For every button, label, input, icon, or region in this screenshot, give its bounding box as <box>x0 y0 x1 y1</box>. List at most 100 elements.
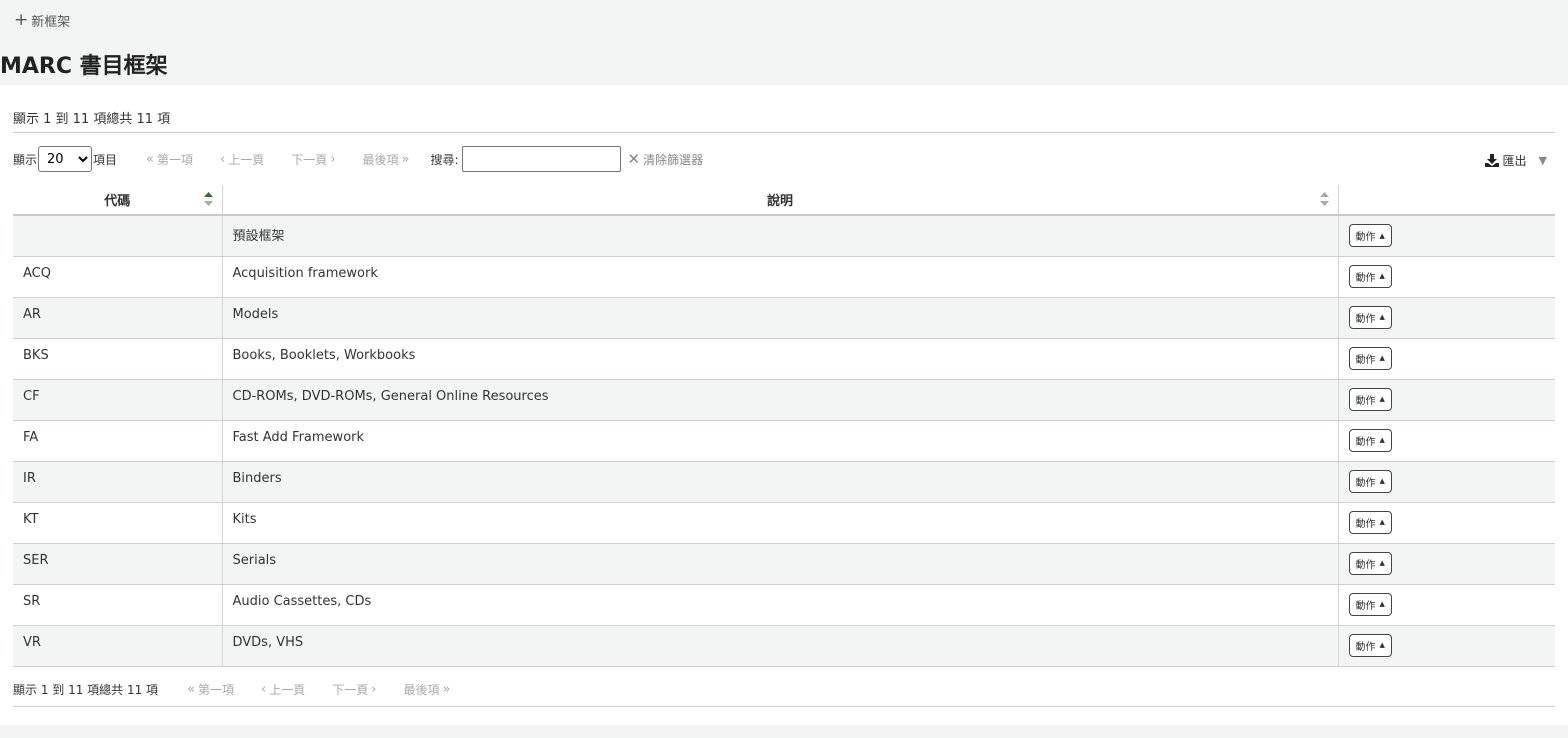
actions-label: 動作 <box>1355 232 1376 243</box>
actions-label: 動作 <box>1355 641 1376 653</box>
table-footer: 顯示 1 到 11 項總共 11 項 « 第一項 ‹ 上一頁 下一頁 › 最後項… <box>13 667 1555 707</box>
cell-description: 預設框架 <box>221 215 1339 257</box>
table-row: IR Binders 動作 ▲ <box>13 461 1555 503</box>
chevron-left-icon: ‹ <box>261 681 267 697</box>
cell-code: KT <box>13 502 222 544</box>
table-info-bottom: 顯示 1 到 11 項總共 11 項 <box>13 682 159 697</box>
actions-label: 動作 <box>1355 272 1376 284</box>
actions-dropdown-button[interactable]: 動作 ▲ <box>1348 551 1392 575</box>
table-controls: 顯示 20 項目 « 第一項 ‹ 上一頁 下一頁 › 最後項 » 搜尋: ✕ 清… <box>13 133 1555 185</box>
first-page-label: 第一項 <box>157 152 194 167</box>
actions-dropdown-button[interactable]: 動作 ▲ <box>1348 592 1392 616</box>
caret-up-icon: ▲ <box>1379 600 1385 608</box>
cell-code: ACQ <box>13 256 222 298</box>
actions-dropdown-button[interactable]: 動作 ▲ <box>1348 428 1392 452</box>
toolbar: + 新框架 <box>0 0 1568 38</box>
cell-description: CD-ROMs, DVD-ROMs, General Online Resour… <box>221 379 1339 421</box>
next-page-button[interactable]: 下一頁 › <box>332 681 379 698</box>
caret-up-icon: ▲ <box>1379 395 1385 403</box>
column-header-description[interactable]: 說明 <box>221 185 1339 216</box>
caret-up-icon: ▲ <box>1379 354 1385 362</box>
actions-label: 動作 <box>1355 395 1376 407</box>
column-header-actions <box>1338 185 1555 216</box>
table-row: FA Fast Add Framework 動作 ▲ <box>13 420 1555 462</box>
cell-actions: 動作 ▲ <box>1338 215 1555 257</box>
next-page-label: 下一頁 <box>291 152 328 167</box>
caret-up-icon: ▲ <box>1379 436 1385 444</box>
export-label: 匯出 <box>1502 154 1527 168</box>
previous-page-button[interactable]: ‹ 上一頁 <box>258 681 305 698</box>
page-title: MARC 書目框架 <box>0 54 168 79</box>
cell-actions: 動作 ▲ <box>1338 420 1555 462</box>
last-page-label: 最後項 <box>403 682 440 697</box>
frameworks-panel: 顯示 1 到 11 項總共 11 項 顯示 20 項目 « 第一項 ‹ 上一頁 … <box>0 85 1568 725</box>
caret-up-icon: ▲ <box>1379 231 1385 240</box>
chevron-left-icon: ‹ <box>220 151 226 167</box>
last-page-button[interactable]: 最後項 » <box>403 681 453 698</box>
actions-label: 動作 <box>1355 313 1376 325</box>
chevron-right-icon: › <box>371 681 377 697</box>
caret-up-icon: ▲ <box>1379 559 1385 567</box>
pager-bottom: « 第一項 ‹ 上一頁 下一頁 › 最後項 » <box>184 681 453 698</box>
first-page-label: 第一項 <box>198 682 235 697</box>
cell-description: Audio Cassettes, CDs <box>221 584 1339 626</box>
next-page-button[interactable]: 下一頁 › <box>291 151 338 168</box>
first-page-button[interactable]: « 第一項 <box>143 151 193 168</box>
search-input[interactable] <box>462 146 622 172</box>
cell-description: Kits <box>221 502 1339 544</box>
table-row: KT Kits 動作 ▲ <box>13 502 1555 544</box>
cell-actions: 動作 ▲ <box>1338 338 1555 380</box>
caret-up-icon: ▲ <box>1379 641 1385 649</box>
actions-dropdown-button[interactable]: 動作 ▲ <box>1348 387 1392 411</box>
caret-up-icon: ▲ <box>1379 313 1385 321</box>
cell-description: Books, Booklets, Workbooks <box>221 338 1339 380</box>
search-label: 搜尋: <box>430 152 459 167</box>
cell-code: SR <box>13 584 222 626</box>
table-row: ACQ Acquisition framework 動作 ▲ <box>13 256 1555 298</box>
cell-description: Binders <box>221 461 1339 503</box>
cell-description: DVDs, VHS <box>221 625 1339 667</box>
actions-dropdown-button[interactable]: 動作 ▲ <box>1348 346 1392 370</box>
cell-code: IR <box>13 461 222 503</box>
chevron-right-icon: › <box>330 151 336 167</box>
table-header-row: 代碼 說明 <box>13 185 1555 216</box>
previous-page-button[interactable]: ‹ 上一頁 <box>217 151 264 168</box>
table-row: SER Serials 動作 ▲ <box>13 543 1555 585</box>
frameworks-table: 代碼 說明 預設框架 動作 ▲ ACQ Acquisition framework 動作 ▲… <box>13 185 1555 667</box>
caret-down-icon: ▼ <box>1538 154 1547 167</box>
cell-code: CF <box>13 379 222 421</box>
column-header-code[interactable]: 代碼 <box>13 185 222 216</box>
cell-actions: 動作 ▲ <box>1338 584 1555 626</box>
actions-dropdown-button[interactable]: 動作 ▲ <box>1348 305 1392 329</box>
new-framework-button[interactable]: + 新框架 <box>14 11 70 31</box>
cell-description: Models <box>221 297 1339 339</box>
actions-dropdown-button[interactable]: 動作 ▲ <box>1348 510 1392 534</box>
actions-label: 動作 <box>1355 600 1376 612</box>
page-size-select[interactable]: 20 <box>38 146 93 172</box>
cell-code: FA <box>13 420 222 462</box>
cell-description: Fast Add Framework <box>221 420 1339 462</box>
cell-code: AR <box>13 297 222 339</box>
table-row: VR DVDs, VHS 動作 ▲ <box>13 625 1555 667</box>
cell-code <box>13 215 222 257</box>
table-row: AR Models 動作 ▲ <box>13 297 1555 339</box>
cell-actions: 動作 ▲ <box>1338 461 1555 503</box>
column-header-description-label: 說明 <box>766 194 793 209</box>
actions-label: 動作 <box>1355 354 1376 366</box>
last-page-button[interactable]: 最後項 » <box>362 151 412 168</box>
table-row: 預設框架 動作 ▲ <box>13 215 1555 257</box>
cell-description: Serials <box>221 543 1339 585</box>
clear-filter-button[interactable]: ✕ 清除篩選器 <box>627 150 703 168</box>
export-button[interactable]: 匯出 ▼ <box>1484 152 1547 169</box>
actions-dropdown-button[interactable]: 動作 ▲ <box>1348 264 1392 288</box>
actions-dropdown-button[interactable]: 動作 ▲ <box>1348 633 1392 657</box>
actions-label: 動作 <box>1355 559 1376 571</box>
table-row: SR Audio Cassettes, CDs 動作 ▲ <box>13 584 1555 626</box>
entries-label: 項目 <box>93 152 118 167</box>
show-label: 顯示 <box>13 152 38 167</box>
first-page-button[interactable]: « 第一項 <box>184 681 234 698</box>
actions-dropdown-button[interactable]: 動作 ▲ <box>1348 469 1392 493</box>
actions-dropdown-button[interactable]: 動作 ▲ <box>1348 224 1392 247</box>
table-row: BKS Books, Booklets, Workbooks 動作 ▲ <box>13 338 1555 380</box>
sort-ascending-icon <box>203 192 213 206</box>
